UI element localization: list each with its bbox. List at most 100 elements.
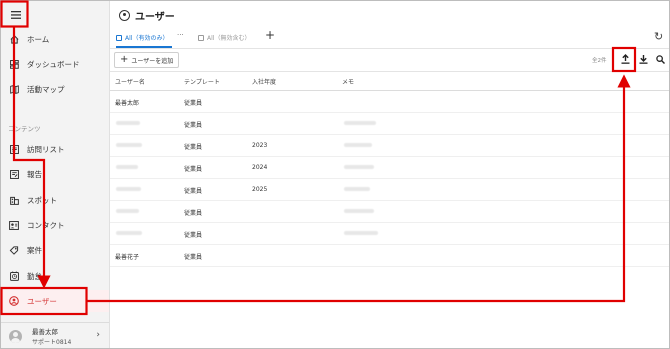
toolbar: + ユーザーを追加 全2件 <box>110 49 669 72</box>
page-header: ユーザー <box>119 8 175 23</box>
sidebar-item-map[interactable]: 活動マップ <box>1 78 109 100</box>
sidebar-item-contact[interactable]: コンタクト <box>1 214 109 236</box>
refresh-icon[interactable]: ↻ <box>654 30 663 43</box>
view-tabs: All（有効のみ） ··· All（無効含む） + <box>110 28 669 49</box>
redacted-memo <box>344 143 372 147</box>
sidebar-item-label: コンタクト <box>27 220 65 230</box>
cell-template: 従業員 <box>184 188 203 195</box>
sidebar-item-label: スポット <box>27 195 57 205</box>
sidebar-item-label: 勤怠 <box>27 271 42 281</box>
upload-icon[interactable] <box>618 52 632 66</box>
cell-template: 従業員 <box>184 254 203 261</box>
redacted-username <box>116 143 142 147</box>
record-count: 全2件 <box>592 58 607 64</box>
column-header-join-year[interactable]: 入社年度 <box>252 77 276 86</box>
cell-username: 最善花子 <box>115 254 140 261</box>
sidebar-item-dashboard[interactable]: ダッシュボード <box>1 53 109 75</box>
redacted-memo <box>344 187 370 191</box>
contact-icon <box>9 220 19 230</box>
user-icon <box>9 296 19 306</box>
sidebar-item-attendance[interactable]: 勤怠 <box>1 265 109 287</box>
chevron-right-icon: › <box>96 330 100 340</box>
cell-template: 従業員 <box>184 210 203 217</box>
redacted-memo <box>344 231 378 235</box>
tab-label: All（無効含む） <box>207 35 251 42</box>
redacted-username <box>116 165 138 169</box>
sidebar-item-deal[interactable]: 案件 <box>1 239 109 261</box>
column-header-memo[interactable]: メモ <box>342 77 354 86</box>
table-header: ユーザー名 テンプレート 入社年度 メモ <box>110 71 669 91</box>
search-icon[interactable] <box>653 52 667 66</box>
more-horizontal-icon[interactable]: ··· <box>177 31 184 39</box>
redacted-username <box>116 187 141 191</box>
column-header-username[interactable]: ユーザー名 <box>115 77 145 86</box>
redacted-memo <box>344 121 376 125</box>
sidebar: ホーム ダッシュボード 活動マップ コンテンツ 訪問リスト 報告 スポット コン… <box>1 1 110 348</box>
table-row[interactable]: 従業員 2025 <box>110 179 669 201</box>
sidebar-item-user[interactable]: ユーザー <box>1 290 109 312</box>
cell-join-year: 2024 <box>252 164 268 171</box>
tab-all-including-inactive[interactable]: All（無効含む） <box>198 28 250 47</box>
tab-all-active[interactable]: All（有効のみ） <box>116 28 173 48</box>
sidebar-item-label: ダッシュボード <box>27 59 80 69</box>
add-tab-button[interactable]: + <box>265 28 275 42</box>
tab-label: All（有効のみ） <box>125 35 169 42</box>
avatar <box>9 329 22 343</box>
attendance-icon <box>9 271 19 281</box>
page-title: ユーザー <box>135 12 175 23</box>
dashboard-icon <box>9 59 19 69</box>
deal-icon <box>9 245 19 255</box>
section-label-contents: コンテンツ <box>8 125 41 133</box>
list-icon <box>9 144 19 154</box>
sidebar-item-label: ユーザー <box>27 296 57 306</box>
cell-join-year: 2025 <box>252 186 268 193</box>
app-window: ホーム ダッシュボード 活動マップ コンテンツ 訪問リスト 報告 スポット コン… <box>0 0 670 349</box>
cell-template: 従業員 <box>184 144 203 151</box>
table-row[interactable]: 従業員 <box>110 113 669 135</box>
sidebar-item-label: ホーム <box>27 34 50 44</box>
cell-template: 従業員 <box>184 122 203 129</box>
home-icon <box>9 34 19 44</box>
table-row[interactable]: 従業員 2024 <box>110 157 669 179</box>
cell-username: 最善太郎 <box>115 100 140 107</box>
current-user-name: 最善太郎 <box>32 328 58 336</box>
add-user-button[interactable]: + ユーザーを追加 <box>114 52 180 68</box>
sidebar-item-label: 活動マップ <box>27 84 65 94</box>
table-row[interactable]: 最善花子 従業員 <box>110 245 669 267</box>
cell-template: 従業員 <box>184 232 203 239</box>
main-content: ユーザー All（有効のみ） ··· All（無効含む） + ↻ + ユーザーを… <box>110 1 669 348</box>
sidebar-item-label: 案件 <box>27 245 42 255</box>
redacted-username <box>116 121 140 125</box>
sidebar-item-spot[interactable]: スポット <box>1 189 109 211</box>
current-user-subtitle: サポート0814 <box>32 339 72 346</box>
user-circle-icon <box>119 10 130 21</box>
sidebar-item-home[interactable]: ホーム <box>1 28 109 50</box>
sidebar-item-visit-list[interactable]: 訪問リスト <box>1 138 109 160</box>
current-user-menu[interactable]: 最善太郎 サポート0814 › <box>1 322 109 348</box>
cell-template: 従業員 <box>184 100 203 107</box>
table-icon <box>198 34 204 41</box>
cell-join-year: 2023 <box>252 142 268 149</box>
sidebar-item-report[interactable]: 報告 <box>1 163 109 185</box>
users-table: ユーザー名 テンプレート 入社年度 メモ 最善太郎 従業員 従業員 従業員 20… <box>110 71 669 267</box>
plus-icon: + <box>120 54 129 65</box>
spot-icon <box>9 195 19 205</box>
add-user-label: ユーザーを追加 <box>131 57 174 65</box>
column-header-template[interactable]: テンプレート <box>184 77 220 86</box>
report-icon <box>9 169 19 179</box>
redacted-memo <box>344 209 374 213</box>
hamburger-menu-button[interactable] <box>4 4 28 26</box>
sidebar-item-label: 訪問リスト <box>27 144 65 154</box>
redacted-memo <box>344 165 374 169</box>
table-icon <box>116 34 122 41</box>
table-row[interactable]: 従業員 <box>110 201 669 223</box>
cell-template: 従業員 <box>184 166 203 173</box>
redacted-username <box>116 231 142 235</box>
table-row[interactable]: 最善太郎 従業員 <box>110 91 669 113</box>
table-row[interactable]: 従業員 <box>110 223 669 245</box>
map-icon <box>9 84 19 94</box>
download-icon[interactable] <box>636 52 650 66</box>
menu-icon <box>11 11 21 19</box>
table-row[interactable]: 従業員 2023 <box>110 135 669 157</box>
sidebar-item-label: 報告 <box>27 169 42 179</box>
